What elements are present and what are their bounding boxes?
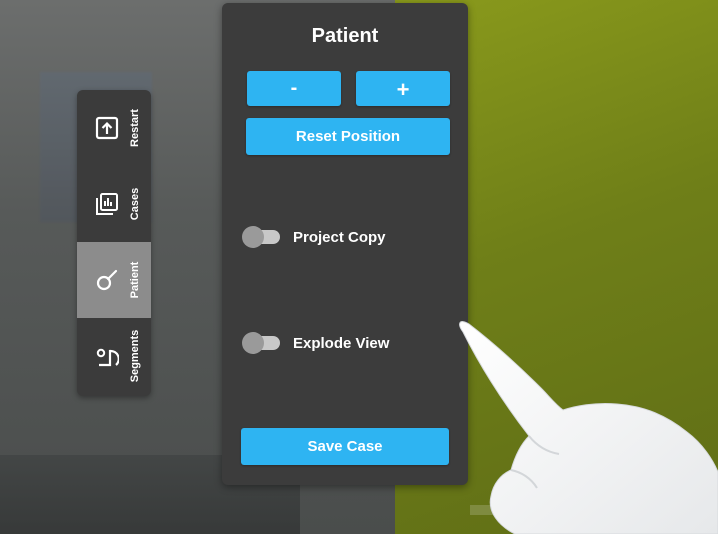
reset-position-button[interactable]: Reset Position — [246, 118, 450, 155]
cases-icon — [96, 193, 118, 215]
tab-patient-label: Patient — [129, 261, 141, 299]
hand-pointer-icon — [459, 321, 718, 534]
project-copy-label: Project Copy — [293, 229, 386, 246]
toggle-knob — [242, 226, 264, 248]
patient-panel: Patient - + Reset Position Project Copy … — [222, 3, 468, 485]
segments-icon — [96, 348, 119, 367]
tab-restart-label: Restart — [129, 109, 141, 147]
zoom-in-button[interactable]: + — [356, 71, 450, 106]
save-case-button[interactable]: Save Case — [241, 428, 449, 465]
panel-title: Patient — [311, 25, 379, 47]
side-tab-bar: Restart Cases Patient Segments — [77, 90, 151, 396]
tab-cases-label: Cases — [129, 187, 141, 221]
tab-patient[interactable]: Patient — [77, 242, 151, 318]
patient-icon — [96, 269, 118, 291]
zoom-out-button[interactable]: - — [247, 71, 341, 106]
tab-segments-label: Segments — [129, 329, 141, 383]
tab-cases[interactable]: Cases — [77, 166, 151, 242]
restart-icon — [95, 116, 119, 140]
tab-segments[interactable]: Segments — [77, 318, 151, 394]
toggle-knob — [242, 332, 264, 354]
explode-view-label: Explode View — [293, 335, 390, 352]
project-copy-toggle[interactable] — [242, 226, 280, 248]
explode-view-toggle[interactable] — [242, 332, 280, 354]
tab-restart[interactable]: Restart — [77, 90, 151, 166]
